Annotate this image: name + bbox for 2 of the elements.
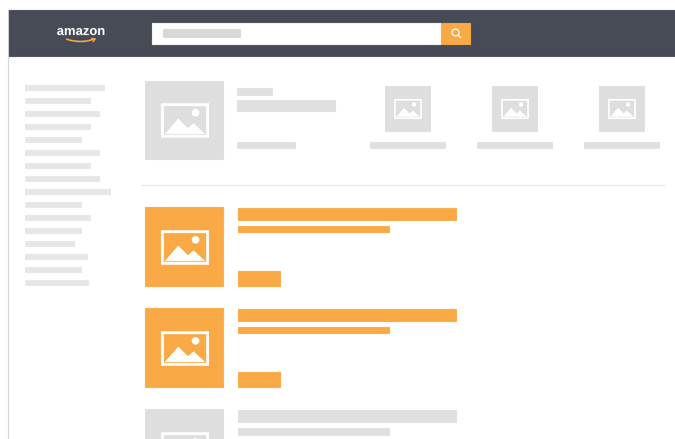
logo-text: amazon: [56, 24, 106, 37]
logo[interactable]: amazon: [53, 24, 109, 43]
